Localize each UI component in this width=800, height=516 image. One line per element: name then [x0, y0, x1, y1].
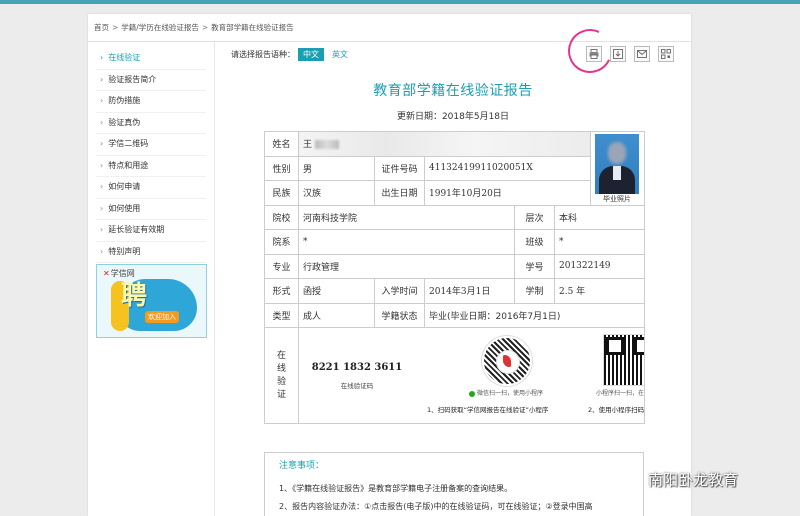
notes-item-2: 2、报告内容验证办法：①点击报告(电子版)中的在线验证码，可在线验证；②登录中国… — [279, 502, 593, 511]
duration-value: 2.5 年 — [553, 278, 646, 304]
sidebar-item-how-apply[interactable]: › 如何申请 — [96, 177, 206, 199]
chevron-right-icon: › — [100, 182, 104, 191]
language-selector: 请选择报告语种： 中文 英文 — [231, 48, 353, 62]
language-prompt: 请选择报告语种： — [231, 50, 295, 59]
breadcrumb-home[interactable]: 首页 — [94, 23, 109, 32]
qr2-caption: 小程序扫一扫，在线验证 — [596, 390, 645, 397]
type-value: 成人 — [298, 302, 375, 328]
sidebar-item-extend-validity[interactable]: › 延长验证有效期 — [96, 220, 206, 242]
verify-label: 在线验证 — [264, 327, 299, 424]
chevron-right-icon: › — [100, 246, 104, 256]
chevron-right-icon: › — [100, 53, 104, 62]
name-value: 王 — [297, 131, 592, 157]
verify-code[interactable]: 8221 1832 3611 — [307, 362, 407, 373]
print-icon[interactable] — [586, 46, 602, 62]
notes-title: 注意事项： — [279, 461, 325, 471]
top-accent-bar — [0, 0, 800, 4]
sidebar-item-how-use[interactable]: › 如何使用 — [96, 199, 206, 220]
verify-qrcode-icon — [603, 334, 644, 386]
type-label: 类型 — [264, 302, 299, 328]
level-value: 本科 — [553, 204, 646, 230]
ethnicity-label: 民族 — [264, 180, 299, 206]
enroll-label: 入学时间 — [374, 278, 425, 304]
dept-label: 院系 — [264, 229, 299, 255]
chevron-right-icon: › — [100, 203, 104, 213]
wechat-icon — [469, 390, 475, 397]
dept-value: * — [298, 229, 515, 255]
qr1-caption: 微信扫一扫，使用小程序 — [477, 390, 544, 397]
download-icon[interactable] — [610, 46, 626, 62]
watermark: 南阳卧龙教育 — [622, 468, 738, 492]
class-label: 班级 — [514, 229, 555, 255]
mail-icon[interactable] — [634, 46, 650, 62]
online-verify-section: 8221 1832 3611 在线验证码 微信扫一扫，使用小程序 小程序扫一扫，… — [297, 327, 646, 424]
lang-en-button[interactable]: 英文 — [327, 48, 353, 61]
photo-caption: 毕业照片 — [603, 194, 632, 203]
enroll-value: 2014年3月1日 — [424, 278, 515, 304]
sidebar-item-online-verify[interactable]: › 在线验证 — [96, 48, 206, 70]
qrcode-icon[interactable] — [658, 46, 674, 62]
recruit-banner[interactable]: ✕学信网 聘 欢迎加入 — [96, 264, 207, 338]
major-label: 专业 — [264, 253, 299, 279]
chsi-logo: ✕学信网 — [103, 269, 135, 278]
sidebar-item-qrcode[interactable]: › 学信二维码 — [96, 134, 206, 156]
report-update-date: 更新日期：2018年5月18日 — [396, 112, 510, 122]
sidebar-item-anti-fake[interactable]: › 防伪措施 — [96, 91, 206, 113]
banner-subline: 欢迎加入 — [145, 311, 179, 323]
school-value: 河南科技学院 — [298, 204, 515, 230]
wechat-official-icon — [622, 472, 641, 488]
sidebar: › 在线验证 › 验证报告简介 › 防伪措施 › 验证真伪 › 学信二维码 › 特点和用途 … — [96, 48, 206, 263]
student-info-table: 姓名 王 毕业照片 性别 男 证件号码 41132419911020051X 民… — [264, 131, 646, 424]
chevron-right-icon: › — [100, 117, 104, 127]
student-no-value: 201322149 — [553, 253, 646, 279]
sidebar-item-features[interactable]: › 特点和用途 — [96, 156, 206, 177]
ethnicity-value: 汉族 — [298, 180, 375, 206]
birth-label: 出生日期 — [374, 180, 425, 206]
sidebar-item-verify-authenticity[interactable]: › 验证真伪 — [96, 113, 206, 134]
student-no-label: 学号 — [514, 253, 555, 279]
verify-step-2: 2、使用小程序扫码验证 — [588, 406, 645, 414]
id-label: 证件号码 — [374, 155, 425, 181]
verify-step-1: 1、扫码获取“学信网报告在线验证”小程序 — [427, 406, 549, 414]
lang-zh-button[interactable]: 中文 — [298, 48, 324, 61]
chevron-right-icon: › — [100, 160, 104, 170]
name-label: 姓名 — [264, 131, 299, 157]
chsi-logo-icon — [496, 350, 520, 374]
form-value: 函授 — [298, 278, 375, 304]
verify-code-caption: 在线验证码 — [340, 382, 374, 390]
status-value: 毕业(毕业日期：2016年7月1日) — [423, 302, 646, 328]
notes-section: 注意事项： 1、《学籍在线验证报告》是教育部学籍电子注册备案的查询结果。 2、报… — [264, 452, 644, 516]
chevron-right-icon: › — [100, 139, 104, 148]
breadcrumb-verify-report[interactable]: 学籍/学历在线验证报告 — [121, 23, 199, 32]
gender-value: 男 — [298, 155, 375, 181]
status-label: 学籍状态 — [374, 302, 425, 328]
level-label: 层次 — [514, 204, 555, 230]
gender-label: 性别 — [264, 155, 299, 181]
birth-value: 1991年10月20日 — [423, 180, 592, 206]
banner-headline: 聘 — [121, 281, 148, 311]
chevron-right-icon: › — [100, 96, 104, 105]
student-photo — [595, 134, 640, 194]
chevron-right-icon: › — [100, 74, 104, 84]
major-value: 行政管理 — [298, 253, 515, 279]
notes-item-1: 1、《学籍在线验证报告》是教育部学籍电子注册备案的查询结果。 — [279, 484, 513, 493]
form-label: 形式 — [264, 278, 299, 304]
breadcrumb: 首页 > 学籍/学历在线验证报告 > 教育部学籍在线验证报告 — [94, 23, 294, 32]
sidebar-item-report-intro[interactable]: › 验证报告简介 — [96, 70, 206, 91]
id-value: 41132419911020051X — [423, 155, 592, 181]
report-page: 首页 > 学籍/学历在线验证报告 > 教育部学籍在线验证报告 › 在线验证 › 验证报告简介… — [88, 14, 691, 516]
school-label: 院校 — [264, 204, 299, 230]
class-value: * — [553, 229, 646, 255]
sidebar-item-statement[interactable]: › 特别声明 — [96, 242, 206, 263]
duration-label: 学制 — [514, 278, 555, 304]
chevron-right-icon: › — [100, 225, 104, 234]
report-title: 教育部学籍在线验证报告 — [373, 83, 533, 99]
breadcrumb-current: 教育部学籍在线验证报告 — [211, 23, 294, 32]
graduation-photo: 毕业照片 — [590, 131, 646, 206]
